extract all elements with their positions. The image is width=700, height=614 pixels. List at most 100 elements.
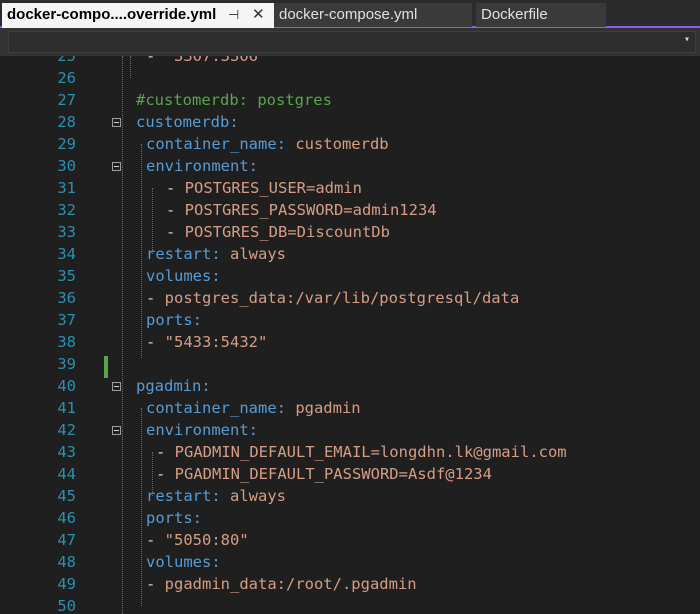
yaml-punctuation: - (146, 289, 165, 307)
code-text: #customerdb: postgres (136, 89, 332, 111)
code-line[interactable]: 30 environment: (0, 155, 700, 177)
close-icon[interactable]: ✕ (252, 3, 265, 27)
line-number: 45 (57, 487, 76, 505)
tab-dockerfile[interactable]: Dockerfile (476, 3, 606, 27)
yaml-punctuation: - (146, 333, 165, 351)
code-line[interactable]: 45 restart: always (0, 485, 700, 507)
yaml-key: container_name: (146, 135, 296, 153)
code-text: - "5433:5432" (146, 331, 267, 353)
line-number: 43 (57, 443, 76, 461)
tab-label: docker-compose.yml (279, 6, 418, 23)
code-text: pgadmin: (136, 375, 211, 397)
yaml-key: restart: (146, 487, 230, 505)
yaml-value: always (230, 245, 286, 263)
collapse-icon[interactable] (112, 162, 121, 171)
code-line[interactable]: 44 - PGADMIN_DEFAULT_PASSWORD=Asdf@1234 (0, 463, 700, 485)
code-line[interactable]: 48 volumes: (0, 551, 700, 573)
yaml-value: POSTGRES_USER=admin (184, 179, 362, 197)
yaml-key: container_name: (146, 399, 296, 417)
tab-docker-compose-override[interactable]: docker-compo....override.yml ⊣ ✕ (2, 3, 274, 28)
code-line[interactable]: 50 (0, 595, 700, 614)
code-text: restart: always (146, 243, 286, 265)
tab-label: Dockerfile (481, 6, 548, 23)
code-text: environment: (146, 155, 258, 177)
code-text: - PGADMIN_DEFAULT_EMAIL=longdhn.lk@gmail… (156, 441, 567, 463)
line-number: 28 (57, 113, 76, 131)
collapse-icon[interactable] (112, 118, 121, 127)
code-line[interactable]: 27 #customerdb: postgres (0, 89, 700, 111)
code-text: - POSTGRES_PASSWORD=admin1234 (166, 199, 437, 221)
collapse-icon[interactable] (112, 382, 121, 391)
code-line[interactable]: 34 restart: always (0, 243, 700, 265)
yaml-key: pgadmin: (136, 377, 211, 395)
code-text: restart: always (146, 485, 286, 507)
code-text: - "5050:80" (146, 529, 249, 551)
code-line[interactable]: 28 customerdb: (0, 111, 700, 133)
code-line[interactable]: 37 ports: (0, 309, 700, 331)
yaml-value: POSTGRES_DB=DiscountDb (184, 223, 390, 241)
code-line[interactable]: 35 volumes: (0, 265, 700, 287)
yaml-key: environment: (146, 421, 258, 439)
yaml-value: "5050:80" (164, 531, 249, 549)
line-number: 37 (57, 311, 76, 329)
code-line[interactable]: 31 - POSTGRES_USER=admin (0, 177, 700, 199)
yaml-punctuation: - (146, 56, 165, 65)
yaml-punctuation: - (156, 465, 175, 483)
code-line[interactable]: 25 - "3307:3306" (0, 56, 700, 67)
code-editor[interactable]: 25 - "3307:3306" 26 27 #customerdb: postgres… (0, 56, 700, 614)
code-text: volumes: (146, 265, 221, 287)
document-tab-strip: docker-compo....override.yml ⊣ ✕ docker-… (0, 0, 700, 28)
collapse-icon[interactable] (112, 426, 121, 435)
yaml-key: environment: (146, 157, 258, 175)
line-number: 50 (57, 597, 76, 614)
line-number: 34 (57, 245, 76, 263)
code-text: environment: (146, 419, 258, 441)
code-line[interactable]: 33 - POSTGRES_DB=DiscountDb (0, 221, 700, 243)
member-dropdown[interactable]: ▾ (8, 31, 696, 53)
code-line[interactable]: 29 container_name: customerdb (0, 133, 700, 155)
code-line[interactable]: 39 (0, 353, 700, 375)
yaml-value: "3307:3306" (164, 56, 268, 65)
line-number: 26 (57, 69, 76, 87)
yaml-punctuation: - (146, 531, 165, 549)
code-line[interactable]: 38 - "5433:5432" (0, 331, 700, 353)
yaml-value: PGADMIN_DEFAULT_EMAIL=longdhn.lk@gmail.c… (174, 443, 567, 461)
line-number: 30 (57, 157, 76, 175)
yaml-punctuation: - (156, 443, 175, 461)
yaml-key: restart: (146, 245, 230, 263)
tab-label: docker-compo....override.yml (7, 6, 217, 23)
code-text: volumes: (146, 551, 221, 573)
code-line[interactable]: 46 ports: (0, 507, 700, 529)
code-line[interactable]: 26 (0, 67, 700, 89)
code-line[interactable]: 36 - postgres_data:/var/lib/postgresql/da… (0, 287, 700, 309)
yaml-value: pgadmin_data:/root/.pgadmin (164, 575, 417, 593)
yaml-value: PGADMIN_DEFAULT_PASSWORD=Asdf@1234 (174, 465, 492, 483)
line-number: 33 (57, 223, 76, 241)
code-line[interactable]: 41 container_name: pgadmin (0, 397, 700, 419)
yaml-key: customerdb: (136, 113, 239, 131)
line-number: 35 (57, 267, 76, 285)
yaml-key: volumes: (146, 267, 221, 285)
code-line[interactable]: 40 pgadmin: (0, 375, 700, 397)
code-line[interactable]: 43 - PGADMIN_DEFAULT_EMAIL=longdhn.lk@gma… (0, 441, 700, 463)
code-text: ports: (146, 507, 202, 529)
code-line[interactable]: 47 - "5050:80" (0, 529, 700, 551)
code-line[interactable]: 42 environment: (0, 419, 700, 441)
code-text: - pgadmin_data:/root/.pgadmin (146, 573, 417, 595)
yaml-value: POSTGRES_PASSWORD=admin1234 (184, 201, 437, 219)
line-number: 46 (57, 509, 76, 527)
pin-icon[interactable]: ⊣ (228, 3, 239, 27)
line-number: 25 (57, 56, 76, 65)
tab-docker-compose[interactable]: docker-compose.yml (274, 3, 472, 27)
code-line[interactable]: 32 - POSTGRES_PASSWORD=admin1234 (0, 199, 700, 221)
chevron-down-icon: ▾ (683, 34, 690, 45)
yaml-comment: #customerdb: postgres (136, 91, 332, 109)
line-number: 47 (57, 531, 76, 549)
line-number: 42 (57, 421, 76, 439)
line-number: 27 (57, 91, 76, 109)
code-text: container_name: pgadmin (146, 397, 361, 419)
yaml-punctuation: - (166, 201, 185, 219)
code-line[interactable]: 49 - pgadmin_data:/root/.pgadmin (0, 573, 700, 595)
yaml-value: "5433:5432" (164, 333, 268, 351)
yaml-value: customerdb (295, 135, 389, 153)
